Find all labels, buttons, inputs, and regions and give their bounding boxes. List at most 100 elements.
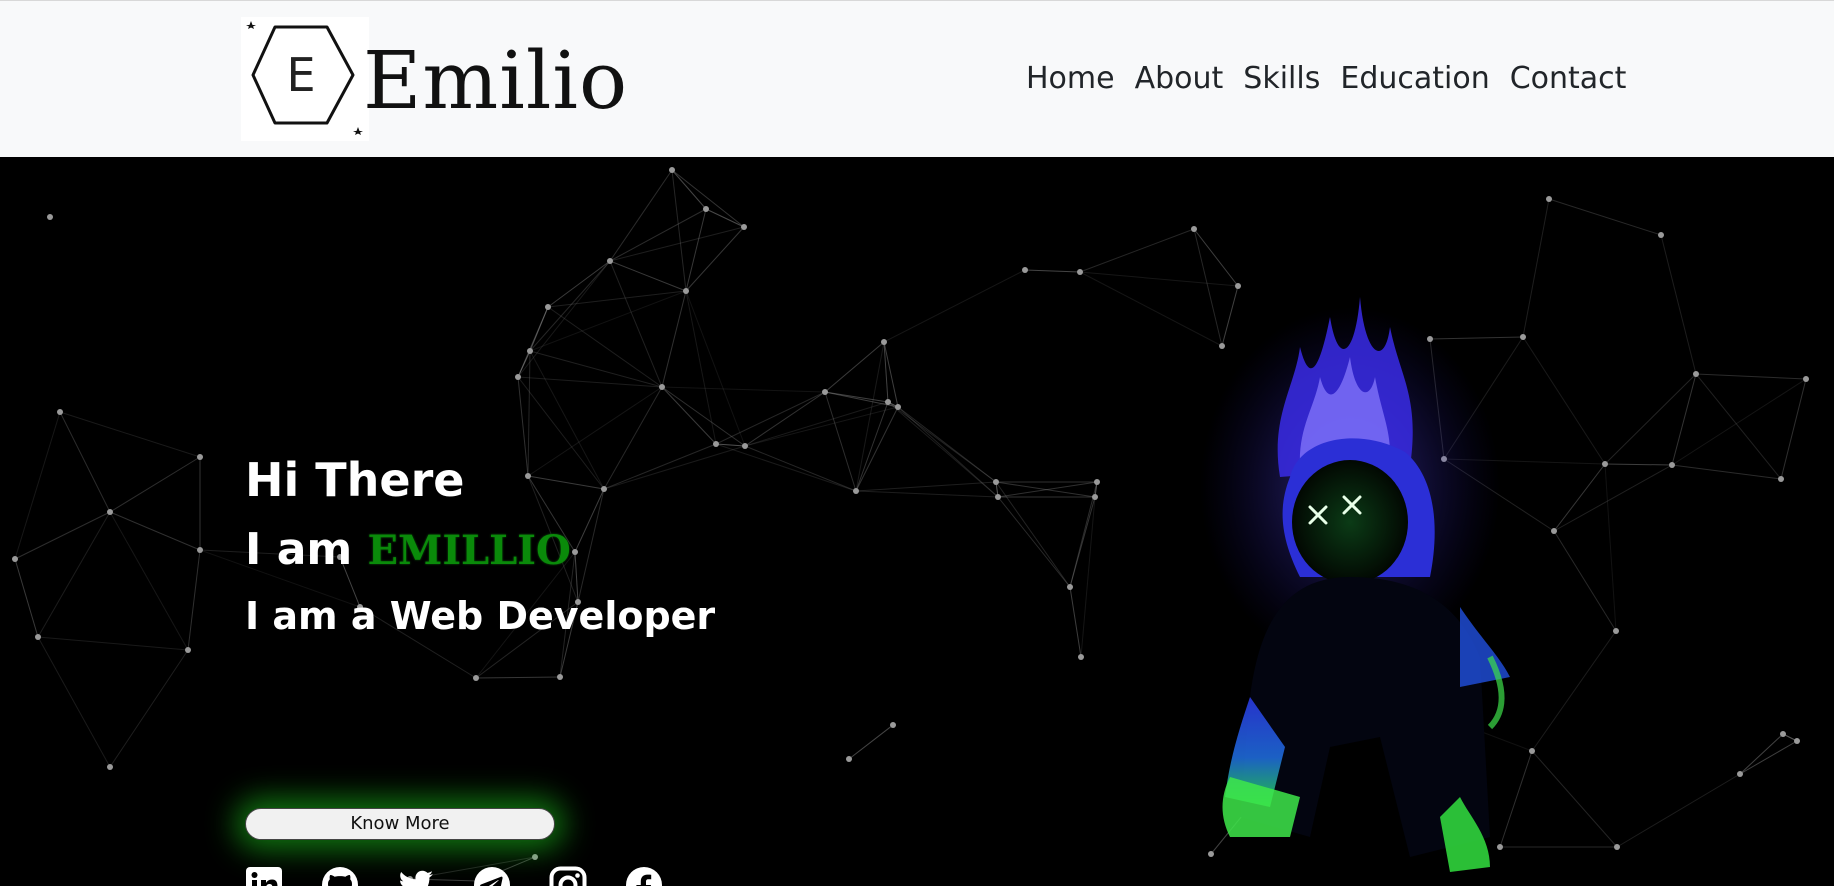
network-node: [1602, 461, 1608, 467]
network-link: [715, 443, 857, 492]
network-node: [47, 214, 53, 220]
network-node: [1669, 462, 1675, 468]
network-link: [744, 401, 889, 447]
network-node: [822, 389, 828, 395]
network-node: [1794, 738, 1800, 744]
network-link: [1548, 198, 1662, 236]
network-node: [1778, 476, 1784, 482]
nav-skills[interactable]: Skills: [1233, 61, 1330, 97]
network-link: [1739, 733, 1784, 775]
network-link: [661, 386, 717, 445]
network-node: [993, 479, 999, 485]
instagram-link[interactable]: [549, 866, 587, 886]
network-node: [515, 374, 521, 380]
network-node: [895, 404, 901, 410]
network-link: [744, 406, 899, 447]
network-link: [685, 290, 717, 445]
network-node: [197, 547, 203, 553]
social-links: [245, 866, 701, 886]
network-link: [1604, 463, 1617, 632]
network-link: [547, 306, 663, 388]
network-node: [853, 488, 859, 494]
network-link: [855, 406, 899, 492]
network-node: [532, 854, 538, 860]
network-node: [1614, 844, 1620, 850]
network-link: [1604, 463, 1673, 466]
network-node: [1658, 232, 1664, 238]
network-node: [527, 348, 533, 354]
know-more-button[interactable]: Know More: [245, 808, 555, 840]
intro-name-line: I am EMILLIO: [245, 524, 715, 594]
network-node: [1780, 731, 1786, 737]
network-link: [475, 676, 561, 679]
network-link: [109, 511, 201, 551]
network-node: [890, 722, 896, 728]
network-node: [545, 304, 551, 310]
network-link: [671, 169, 707, 210]
network-link: [1739, 740, 1798, 775]
network-node: [107, 764, 113, 770]
network-node: [185, 647, 191, 653]
network-node: [995, 494, 1001, 500]
network-node: [607, 258, 613, 264]
telegram-link[interactable]: [473, 866, 511, 886]
network-link: [671, 169, 687, 292]
network-link: [109, 511, 189, 651]
intro-name: EMILLIO: [367, 527, 571, 574]
network-link: [37, 636, 189, 651]
navbar: E Emilio Home About Skills Education Con…: [0, 0, 1834, 157]
nav-contact[interactable]: Contact: [1500, 61, 1637, 97]
network-node: [741, 224, 747, 230]
logo[interactable]: E Emilio: [241, 15, 627, 141]
network-link: [855, 490, 999, 498]
intro-role: I am a Web Developer: [245, 594, 716, 638]
network-link: [187, 549, 201, 651]
network-link: [1616, 773, 1741, 848]
instagram-icon: [549, 866, 587, 886]
network-node: [1693, 371, 1699, 377]
network-node: [1546, 196, 1552, 202]
network-link: [59, 411, 111, 513]
network-link: [109, 649, 189, 768]
network-node: [659, 384, 665, 390]
network-link: [1024, 269, 1081, 273]
github-link[interactable]: [321, 866, 359, 886]
network-node: [473, 675, 479, 681]
network-node: [1737, 771, 1743, 777]
network-link: [744, 391, 826, 447]
nav-education[interactable]: Education: [1330, 61, 1499, 97]
network-node: [1022, 267, 1028, 273]
network-link: [661, 386, 746, 447]
network-node: [742, 443, 748, 449]
twitter-icon: [400, 870, 433, 886]
network-node: [1067, 584, 1073, 590]
network-link: [609, 260, 687, 292]
nav-about[interactable]: About: [1125, 61, 1234, 97]
network-link: [59, 411, 201, 458]
network-node: [683, 288, 689, 294]
network-link: [1671, 378, 1807, 466]
network-link: [529, 350, 663, 388]
telegram-icon: [474, 867, 510, 886]
network-link: [14, 558, 39, 638]
network-link: [883, 269, 1026, 343]
network-link: [685, 226, 745, 292]
network-link: [37, 511, 111, 638]
network-node: [881, 339, 887, 345]
network-link: [1660, 234, 1697, 375]
network-link: [661, 386, 826, 393]
network-link: [1780, 378, 1807, 480]
nav-home[interactable]: Home: [1016, 61, 1125, 97]
network-link: [744, 445, 857, 492]
twitter-link[interactable]: [397, 866, 435, 886]
network-link: [855, 481, 997, 492]
facebook-link[interactable]: [625, 866, 663, 886]
linkedin-link[interactable]: [245, 866, 283, 886]
network-link: [848, 724, 894, 760]
network-node: [1094, 479, 1100, 485]
network-link: [1079, 228, 1195, 273]
network-link: [671, 169, 745, 228]
network-link: [897, 406, 997, 483]
github-icon: [322, 867, 358, 886]
network-link: [1069, 586, 1082, 658]
